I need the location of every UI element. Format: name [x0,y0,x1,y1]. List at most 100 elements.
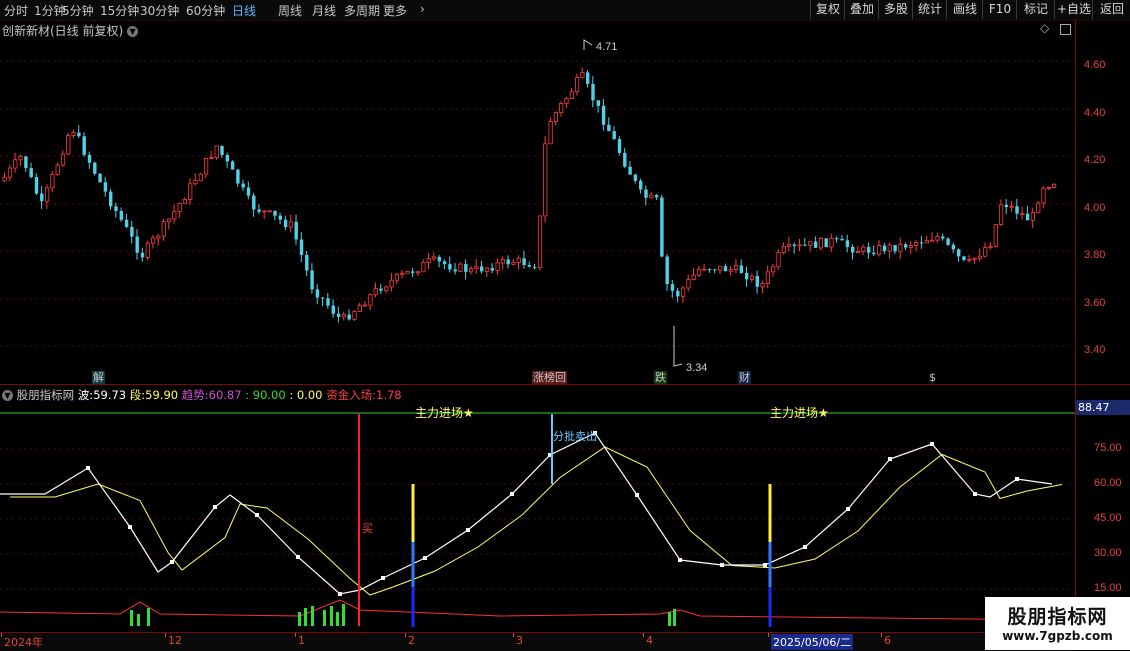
candle-body[interactable] [792,244,797,246]
candle-body[interactable] [1030,212,1035,221]
candle-body[interactable] [660,197,664,257]
candle-body[interactable] [193,180,198,185]
toolbar-button-0[interactable]: 复权 [810,0,845,19]
candle-body[interactable] [887,244,892,252]
candle-body[interactable] [2,176,7,182]
period-tab-3[interactable]: 15分钟 [100,2,139,19]
candle-body[interactable] [362,304,368,307]
candle-body[interactable] [60,153,66,166]
candle-body[interactable] [586,72,590,84]
candle-body[interactable] [172,211,177,220]
candle-body[interactable] [347,314,351,320]
candle-body[interactable] [299,239,304,255]
candle-body[interactable] [676,290,680,297]
event-dividend[interactable]: $ [928,371,937,384]
candle-body[interactable] [813,241,818,248]
candle-body[interactable] [71,132,76,136]
candle-body[interactable] [225,154,229,162]
candle-body[interactable] [283,219,288,228]
diamond-icon[interactable]: ◇ [1040,21,1049,35]
candle-body[interactable] [448,264,452,270]
candle-body[interactable] [484,267,490,272]
candle-body[interactable] [617,139,622,153]
candle-body[interactable] [55,164,60,175]
candle-body[interactable] [114,206,118,211]
candle-body[interactable] [77,132,81,137]
candle-body[interactable] [278,215,282,220]
candle-body[interactable] [50,173,55,189]
candle-body[interactable] [1046,187,1051,189]
candle-body[interactable] [400,272,405,275]
period-tab-5[interactable]: 60分钟 [186,2,225,19]
candle-body[interactable] [765,271,771,284]
candle-body[interactable] [749,275,755,280]
period-tab-6[interactable]: 日线 [232,2,256,19]
candle-body[interactable] [654,195,659,198]
candle-body[interactable] [453,269,457,272]
candle-body[interactable] [29,168,33,178]
candle-body[interactable] [935,236,940,241]
candle-body[interactable] [336,313,341,317]
candle-body[interactable] [236,169,240,184]
event-limit-list[interactable]: 涨榜回 [532,371,567,384]
candle-body[interactable] [341,314,347,318]
candle-body[interactable] [914,242,919,246]
period-tab-10[interactable]: 更多 [383,2,407,19]
candle-body[interactable] [977,255,983,259]
candle-body[interactable] [135,236,139,253]
candle-body[interactable] [357,305,362,312]
candle-body[interactable] [681,287,686,297]
candle-body[interactable] [596,100,600,106]
candle-body[interactable] [464,264,468,272]
candle-body[interactable] [1015,206,1019,214]
candle-body[interactable] [829,237,834,248]
candle-body[interactable] [919,242,924,244]
candle-body[interactable] [511,261,516,265]
period-tab-0[interactable]: 分时 [4,2,28,19]
candle-body[interactable] [893,244,897,252]
candle-body[interactable] [310,270,314,290]
candle-body[interactable] [411,271,415,273]
candle-body[interactable] [87,154,92,163]
candle-body[interactable] [24,156,28,169]
candle-body[interactable] [315,289,320,298]
candle-body[interactable] [527,265,532,267]
period-tab-9[interactable]: 多周期 [344,2,380,19]
indicator-chart[interactable]: 买 分批卖出 主力进场★ 主力进场★ [0,402,1075,632]
event-fall[interactable]: 跌 [654,371,667,384]
candle-body[interactable] [696,268,702,276]
candle-body[interactable] [458,263,463,272]
candle-body[interactable] [373,288,378,296]
candle-body[interactable] [415,271,421,274]
candle-body[interactable] [702,268,707,271]
candle-body[interactable] [1036,202,1041,214]
candle-body[interactable] [262,210,267,213]
candle-body[interactable] [633,174,638,181]
candle-body[interactable] [431,256,437,260]
toolbar-button-5[interactable]: F10 [982,0,1017,19]
candle-body[interactable] [930,239,935,242]
candle-body[interactable] [1009,205,1014,208]
candle-body[interactable] [755,276,759,287]
candle-body[interactable] [877,245,882,255]
candle-body[interactable] [161,221,166,237]
candle-body[interactable] [623,152,627,167]
candle-body[interactable] [246,187,251,196]
event-finance[interactable]: 财 [738,371,751,384]
candle-body[interactable] [553,112,559,122]
period-tab-1[interactable]: 1分钟 [34,2,66,19]
candle-body[interactable] [1041,187,1046,204]
candle-body[interactable] [872,252,876,255]
candle-body[interactable] [130,226,134,237]
candle-body[interactable] [1004,204,1009,208]
candle-body[interactable] [537,215,543,269]
candle-body[interactable] [145,242,150,258]
candle-body[interactable] [713,269,717,271]
candle-body[interactable] [267,210,272,213]
candle-body[interactable] [575,77,580,93]
candle-body[interactable] [760,283,765,288]
candle-body[interactable] [818,237,824,249]
candle-body[interactable] [352,311,357,320]
candle-body[interactable] [198,173,203,181]
candle-body[interactable] [389,279,394,288]
